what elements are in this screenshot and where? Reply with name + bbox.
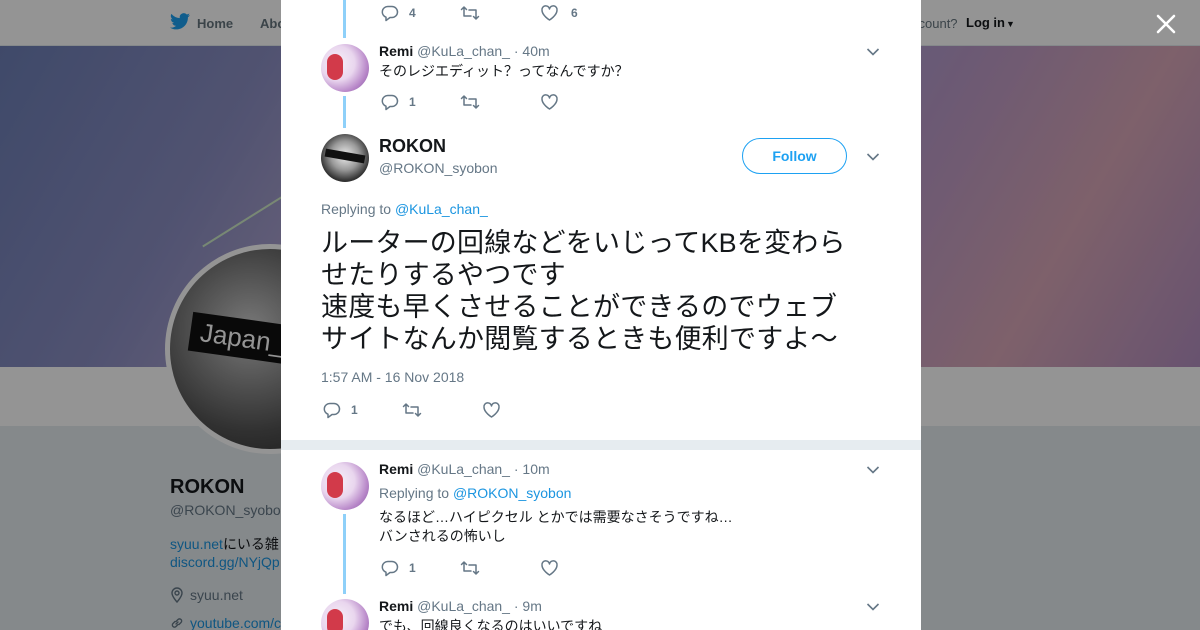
author-handle[interactable]: @KuLa_chan_	[417, 461, 510, 477]
retweet-action[interactable]	[402, 401, 422, 419]
retweet-icon	[460, 561, 480, 575]
tweet-text-line: ルーターの回線などをいじってKBを変わら	[321, 228, 846, 258]
tweet-modal: 4 6 Remi @KuLa_chan_ · 40m そのレジエディット？ってな…	[281, 0, 921, 630]
author-name[interactable]: ROKON	[379, 136, 446, 157]
tweet-timestamp[interactable]: 1:57 AM - 16 Nov 2018	[321, 369, 464, 385]
thread-connector-line	[343, 0, 346, 38]
retweet-icon	[460, 6, 480, 20]
close-icon[interactable]	[1152, 10, 1180, 38]
tweet-time[interactable]: 10m	[522, 461, 549, 477]
tweet-text-line: なるほど…ハイピクセル とかでは需要なさそうですね…	[379, 509, 733, 525]
avatar[interactable]	[321, 462, 369, 510]
reply-action[interactable]: 4	[381, 4, 416, 22]
reply-count: 4	[409, 6, 416, 20]
tweet-time[interactable]: 40m	[522, 43, 549, 59]
reply-action[interactable]: 1	[381, 559, 416, 577]
author-name[interactable]: Remi	[379, 43, 413, 59]
reply-icon	[381, 94, 399, 111]
chevron-down-icon[interactable]	[866, 152, 880, 162]
heart-icon	[541, 5, 558, 21]
replying-to-handle[interactable]: @KuLa_chan_	[395, 201, 488, 217]
retweet-icon	[402, 403, 422, 417]
author-name[interactable]: Remi	[379, 461, 413, 477]
reply-action[interactable]: 1	[381, 93, 416, 111]
tweet-header: Remi @KuLa_chan_ · 9m	[379, 598, 542, 614]
replying-to-label: Replying to	[321, 201, 392, 217]
like-count: 6	[571, 6, 578, 20]
heart-icon	[541, 94, 558, 110]
separator-dot: ·	[513, 461, 519, 477]
tweet-text-line: サイトなんか閲覧するときも便利ですよ～	[321, 324, 838, 354]
focus-tweet-text: ルーターの回線などをいじってKBを変わら せたりするやつです 速度も早くさせるこ…	[321, 227, 881, 355]
like-action[interactable]	[540, 93, 559, 111]
reply-icon	[323, 402, 341, 419]
thread-connector-line	[343, 514, 346, 594]
tweet-text-line: 速度も早くさせることができるのでウェブ	[321, 292, 838, 322]
reply-action[interactable]: 1	[323, 401, 358, 419]
reply-count: 1	[351, 403, 358, 417]
author-handle[interactable]: @KuLa_chan_	[417, 598, 510, 614]
replying-to: Replying to @KuLa_chan_	[321, 201, 488, 217]
replying-to: Replying to @ROKON_syobon	[379, 485, 571, 501]
heart-icon	[483, 402, 500, 418]
retweet-action[interactable]	[460, 93, 480, 111]
replying-to-label: Replying to	[379, 485, 450, 501]
avatar[interactable]	[321, 134, 369, 182]
tweet-text-line: バンされるの怖いし	[379, 528, 506, 544]
reply-icon	[381, 5, 399, 22]
replying-to-handle[interactable]: @ROKON_syobon	[453, 485, 571, 501]
tweet-text: なるほど…ハイピクセル とかでは需要なさそうですね… バンされるの怖いし	[379, 508, 733, 546]
tweet-text-line: せたりするやつです	[321, 260, 566, 290]
author-name[interactable]: Remi	[379, 598, 413, 614]
tweet-text: そのレジエディット？ってなんですか？	[379, 63, 629, 79]
section-divider	[281, 440, 921, 450]
retweet-action[interactable]	[460, 4, 480, 22]
avatar[interactable]	[321, 44, 369, 92]
author-handle[interactable]: @ROKON_syobon	[379, 160, 497, 176]
separator-dot: ·	[513, 43, 519, 59]
reply-count: 1	[409, 561, 416, 575]
tweet-header: Remi @KuLa_chan_ · 10m	[379, 461, 550, 477]
follow-button[interactable]: Follow	[742, 138, 847, 174]
tweet-header: Remi @KuLa_chan_ · 40m	[379, 43, 550, 59]
retweet-icon	[460, 95, 480, 109]
tweet-time[interactable]: 9m	[522, 598, 541, 614]
like-action[interactable]	[482, 401, 501, 419]
chevron-down-icon[interactable]	[866, 465, 880, 475]
tweet-text: でも、回線良くなるのはいいですね	[379, 618, 603, 630]
like-action[interactable]	[540, 559, 559, 577]
thread-connector-line	[343, 96, 346, 128]
reply-count: 1	[409, 95, 416, 109]
like-action[interactable]: 6	[540, 4, 578, 22]
reply-icon	[381, 560, 399, 577]
chevron-down-icon[interactable]	[866, 602, 880, 612]
heart-icon	[541, 560, 558, 576]
author-handle[interactable]: @KuLa_chan_	[417, 43, 510, 59]
avatar[interactable]	[321, 599, 369, 630]
chevron-down-icon[interactable]	[866, 47, 880, 57]
retweet-action[interactable]	[460, 559, 480, 577]
separator-dot: ·	[513, 598, 519, 614]
